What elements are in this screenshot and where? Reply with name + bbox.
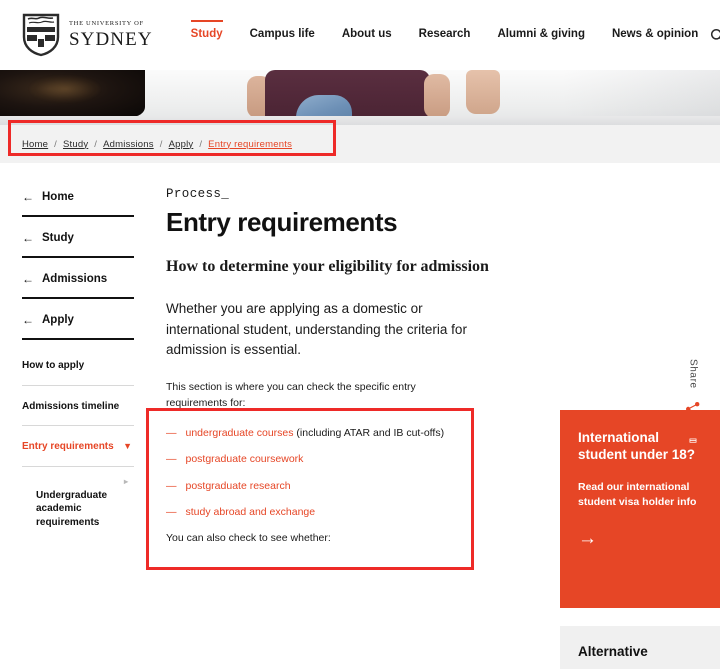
sidebar-back-study-label: Study: [42, 232, 74, 244]
share-rail: Share: [678, 359, 708, 444]
arrow-left-icon: ←: [22, 232, 34, 244]
brand-line-1: THE UNIVERSITY OF: [69, 21, 153, 28]
list-item: — study abroad and exchange: [166, 504, 456, 520]
brand-line-2: SYDNEY: [69, 30, 153, 49]
site-header: THE UNIVERSITY OF SYDNEY Study Campus li…: [0, 0, 720, 70]
nav-item-about-us[interactable]: About us: [342, 28, 392, 42]
arrow-left-icon: ←: [22, 191, 34, 203]
arrow-left-icon: ←: [22, 273, 34, 285]
nav-item-news-opinion[interactable]: News & opinion: [612, 28, 698, 42]
breadcrumb-separator: /: [54, 139, 57, 150]
sidebar-back-home[interactable]: ← Home: [22, 191, 134, 217]
link-postgraduate-research[interactable]: postgraduate research: [186, 480, 291, 492]
hero-figure-arm-right: [424, 74, 450, 118]
breadcrumb: Home / Study / Admissions / Apply / Entr…: [22, 139, 292, 150]
page-subhead: How to determine your eligibility for ad…: [166, 257, 720, 277]
list-item: — postgraduate coursework: [166, 451, 456, 467]
link-postgraduate-coursework[interactable]: postgraduate coursework: [186, 453, 304, 465]
sidebar-back-admissions-label: Admissions: [42, 273, 107, 285]
search-icon: [710, 28, 720, 43]
alternative-card-title: Alternative: [578, 644, 702, 659]
list-item: — postgraduate research: [166, 478, 456, 494]
link-undergraduate-courses[interactable]: undergraduate courses: [186, 427, 294, 439]
dash-icon: —: [166, 451, 177, 467]
dash-icon: —: [166, 478, 177, 494]
breadcrumb-item-current[interactable]: Entry requirements: [208, 139, 292, 150]
nav-item-alumni-giving[interactable]: Alumni & giving: [497, 28, 585, 42]
content-right-column: International student under 18? Read our…: [560, 299, 720, 669]
nav-item-campus-life[interactable]: Campus life: [250, 28, 315, 42]
section-lead-text: This section is where you can check the …: [166, 379, 456, 412]
breadcrumb-item-apply[interactable]: Apply: [169, 139, 194, 150]
dash-icon: —: [166, 504, 177, 520]
list-item: — undergraduate courses (including ATAR …: [166, 425, 456, 441]
share-label: Share: [688, 359, 699, 389]
page-title: Entry requirements: [166, 208, 720, 236]
main-content: Process_ Entry requirements How to deter…: [134, 163, 720, 669]
link-study-abroad-and-exchange[interactable]: study abroad and exchange: [186, 506, 316, 518]
breadcrumb-item-study[interactable]: Study: [63, 139, 88, 150]
sidebar-item-admissions-timeline[interactable]: Admissions timeline: [22, 396, 134, 427]
promo-card-text: Read our international student visa hold…: [578, 480, 702, 512]
chevron-down-icon: ▼: [123, 440, 132, 452]
share-button[interactable]: [685, 401, 701, 417]
breadcrumb-separator: /: [94, 139, 97, 150]
breadcrumb-item-home[interactable]: Home: [22, 139, 48, 150]
breadcrumb-separator: /: [160, 139, 163, 150]
breadcrumb-item-admissions[interactable]: Admissions: [103, 139, 154, 150]
brand-wordmark: THE UNIVERSITY OF SYDNEY: [69, 21, 153, 49]
hero-figure-left: [0, 70, 145, 117]
dash-icon: —: [166, 425, 177, 441]
alternative-card[interactable]: Alternative: [560, 626, 720, 669]
list-item-trailing: (including ATAR and IB cut-offs): [294, 427, 445, 439]
nav-item-research[interactable]: Research: [419, 28, 471, 42]
hero-photo: [0, 70, 720, 125]
breadcrumb-band: Home / Study / Admissions / Apply / Entr…: [0, 125, 720, 163]
entry-requirements-section: This section is where you can check the …: [166, 379, 456, 547]
sidebar-item-entry-requirements-label: Entry requirements: [22, 441, 114, 452]
sidebar-subitem-label: Undergraduate academic requirements: [36, 490, 107, 528]
main-navigation: Study Campus life About us Research Alum…: [191, 28, 699, 42]
nav-item-study[interactable]: Study: [191, 28, 223, 42]
page-body: ← Home ← Study ← Admissions ← Apply How …: [0, 163, 720, 669]
sidebar-back-study[interactable]: ← Study: [22, 232, 134, 258]
side-navigation: ← Home ← Study ← Admissions ← Apply How …: [22, 163, 134, 669]
sidebar-back-home-label: Home: [42, 191, 74, 203]
chevron-right-icon: ▸: [124, 477, 128, 488]
sidebar-back-apply-label: Apply: [42, 314, 74, 326]
hero-floor: [0, 116, 720, 125]
hero-banner: [0, 70, 720, 125]
print-button[interactable]: [685, 429, 701, 444]
brand-logo[interactable]: THE UNIVERSITY OF SYDNEY: [22, 13, 153, 57]
share-network-icon: [685, 401, 701, 417]
sidebar-back-admissions[interactable]: ← Admissions: [22, 273, 134, 299]
breadcrumb-separator: /: [199, 139, 202, 150]
sidebar-item-how-to-apply-label: How to apply: [22, 360, 84, 371]
content-left-column: Whether you are applying as a domestic o…: [166, 299, 538, 560]
page-intro: Whether you are applying as a domestic o…: [166, 299, 476, 361]
sidebar-item-admissions-timeline-label: Admissions timeline: [22, 401, 119, 412]
sidebar-item-entry-requirements[interactable]: Entry requirements ▼: [22, 436, 134, 467]
entry-requirements-list: — undergraduate courses (including ATAR …: [166, 425, 456, 520]
university-crest-icon: [22, 13, 60, 57]
content-row: Whether you are applying as a domestic o…: [166, 299, 720, 669]
sidebar-back-apply[interactable]: ← Apply: [22, 314, 134, 340]
sidebar-subitem-undergraduate-academic-requirements[interactable]: ▸ Undergraduate academic requirements: [22, 477, 134, 530]
printer-icon: [685, 429, 701, 444]
arrow-left-icon: ←: [22, 314, 34, 326]
after-list-text: You can also check to see whether:: [166, 530, 456, 546]
hero-figure-right: [466, 70, 500, 114]
page-eyebrow: Process_: [166, 187, 720, 201]
sidebar-item-how-to-apply[interactable]: How to apply: [22, 355, 134, 386]
arrow-right-icon[interactable]: →: [578, 529, 702, 548]
search-button[interactable]: [704, 22, 720, 48]
